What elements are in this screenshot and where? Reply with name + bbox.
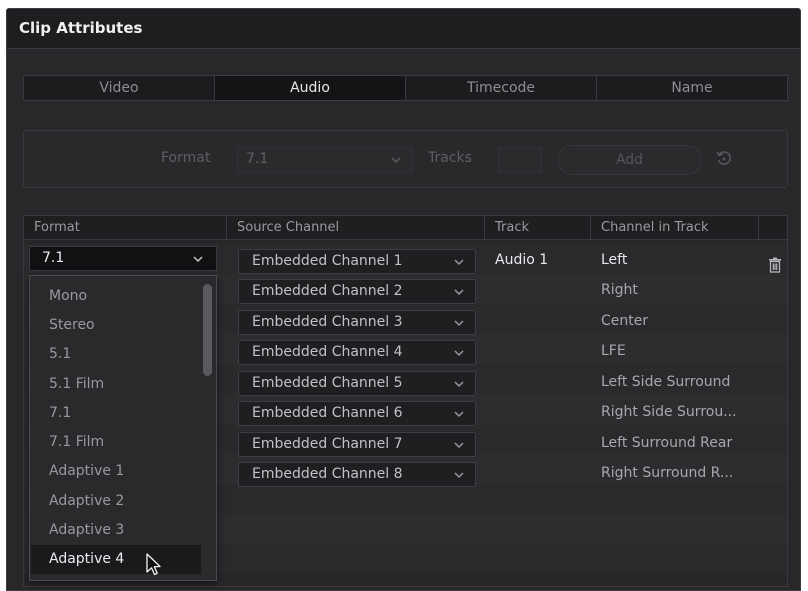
channel-in-track: Right Side Surrou... [601, 404, 737, 420]
tab-name[interactable]: Name [597, 76, 787, 100]
format-bar-value: 7.1 [246, 151, 269, 167]
format-bar-label: Format [161, 150, 211, 166]
format-select[interactable]: 7.1 [29, 246, 217, 271]
format-option-5-1-film[interactable]: 5.1 Film [31, 370, 201, 399]
source-channel-select[interactable]: Embedded Channel 6 [238, 401, 476, 426]
column-track: Track [485, 216, 591, 240]
channel-in-track: Right Surround R... [601, 465, 734, 481]
source-channel-select[interactable]: Embedded Channel 2 [238, 279, 476, 304]
mouse-cursor-icon [146, 553, 161, 576]
title-bar: Clip Attributes [7, 9, 800, 49]
chevron-down-icon [454, 350, 464, 357]
chevron-down-icon [454, 259, 464, 266]
channel-in-track: Left Side Surround [601, 374, 731, 390]
dialog-title: Clip Attributes [19, 19, 143, 37]
chevron-down-icon [391, 157, 401, 164]
chevron-down-icon [454, 411, 464, 418]
reset-icon[interactable] [714, 149, 734, 169]
format-bar-select[interactable]: 7.1 [237, 147, 413, 173]
channel-in-track: LFE [601, 343, 626, 359]
source-channel-select[interactable]: Embedded Channel 3 [238, 310, 476, 335]
attribute-tabs: Video Audio Timecode Name [23, 75, 788, 101]
column-channel-in-track: Channel in Track [591, 216, 759, 240]
format-option-5-1[interactable]: 5.1 [31, 340, 201, 369]
chevron-down-icon [454, 442, 464, 449]
source-channel-select[interactable]: Embedded Channel 4 [238, 340, 476, 365]
tracks-label: Tracks [428, 150, 472, 166]
format-option-adaptive-4[interactable]: Adaptive 4 [31, 545, 201, 574]
channel-in-track: Left [601, 252, 628, 268]
table-header: Format Source Channel Track Channel in T… [24, 216, 787, 240]
column-format: Format [24, 216, 227, 240]
format-option-7-1-film[interactable]: 7.1 Film [31, 428, 201, 457]
format-dropdown-menu: Mono Stereo 5.1 5.1 Film 7.1 7.1 Film Ad… [29, 275, 217, 581]
channel-in-track: Left Surround Rear [601, 435, 733, 451]
dropdown-scrollbar[interactable] [203, 284, 212, 376]
channel-in-track: Center [601, 313, 649, 329]
format-option-adaptive-1[interactable]: Adaptive 1 [31, 457, 201, 486]
tab-timecode[interactable]: Timecode [406, 76, 597, 100]
chevron-down-icon [193, 256, 203, 263]
format-option-mono[interactable]: Mono [31, 282, 201, 311]
chevron-down-icon [454, 472, 464, 479]
format-option-7-1[interactable]: 7.1 [31, 399, 201, 428]
trash-icon[interactable] [768, 257, 782, 273]
chevron-down-icon [454, 320, 464, 327]
tab-video[interactable]: Video [24, 76, 215, 100]
source-channel-select[interactable]: Embedded Channel 7 [238, 432, 476, 457]
source-channel-select[interactable]: Embedded Channel 8 [238, 462, 476, 487]
format-option-stereo[interactable]: Stereo [31, 311, 201, 340]
format-bar: Format 7.1 Tracks Add [23, 130, 788, 188]
chevron-down-icon [454, 289, 464, 296]
format-select-value: 7.1 [42, 250, 65, 266]
tab-audio[interactable]: Audio [215, 76, 406, 100]
column-source-channel: Source Channel [227, 216, 485, 240]
add-button[interactable]: Add [557, 145, 702, 175]
track-value: Audio 1 [495, 252, 549, 268]
source-channel-select[interactable]: Embedded Channel 1 [238, 249, 476, 274]
source-channel-select[interactable]: Embedded Channel 5 [238, 371, 476, 396]
tracks-input[interactable] [498, 147, 542, 173]
format-option-adaptive-3[interactable]: Adaptive 3 [31, 516, 201, 545]
format-option-adaptive-2[interactable]: Adaptive 2 [31, 487, 201, 516]
channel-in-track: Right [601, 282, 638, 298]
chevron-down-icon [454, 381, 464, 388]
